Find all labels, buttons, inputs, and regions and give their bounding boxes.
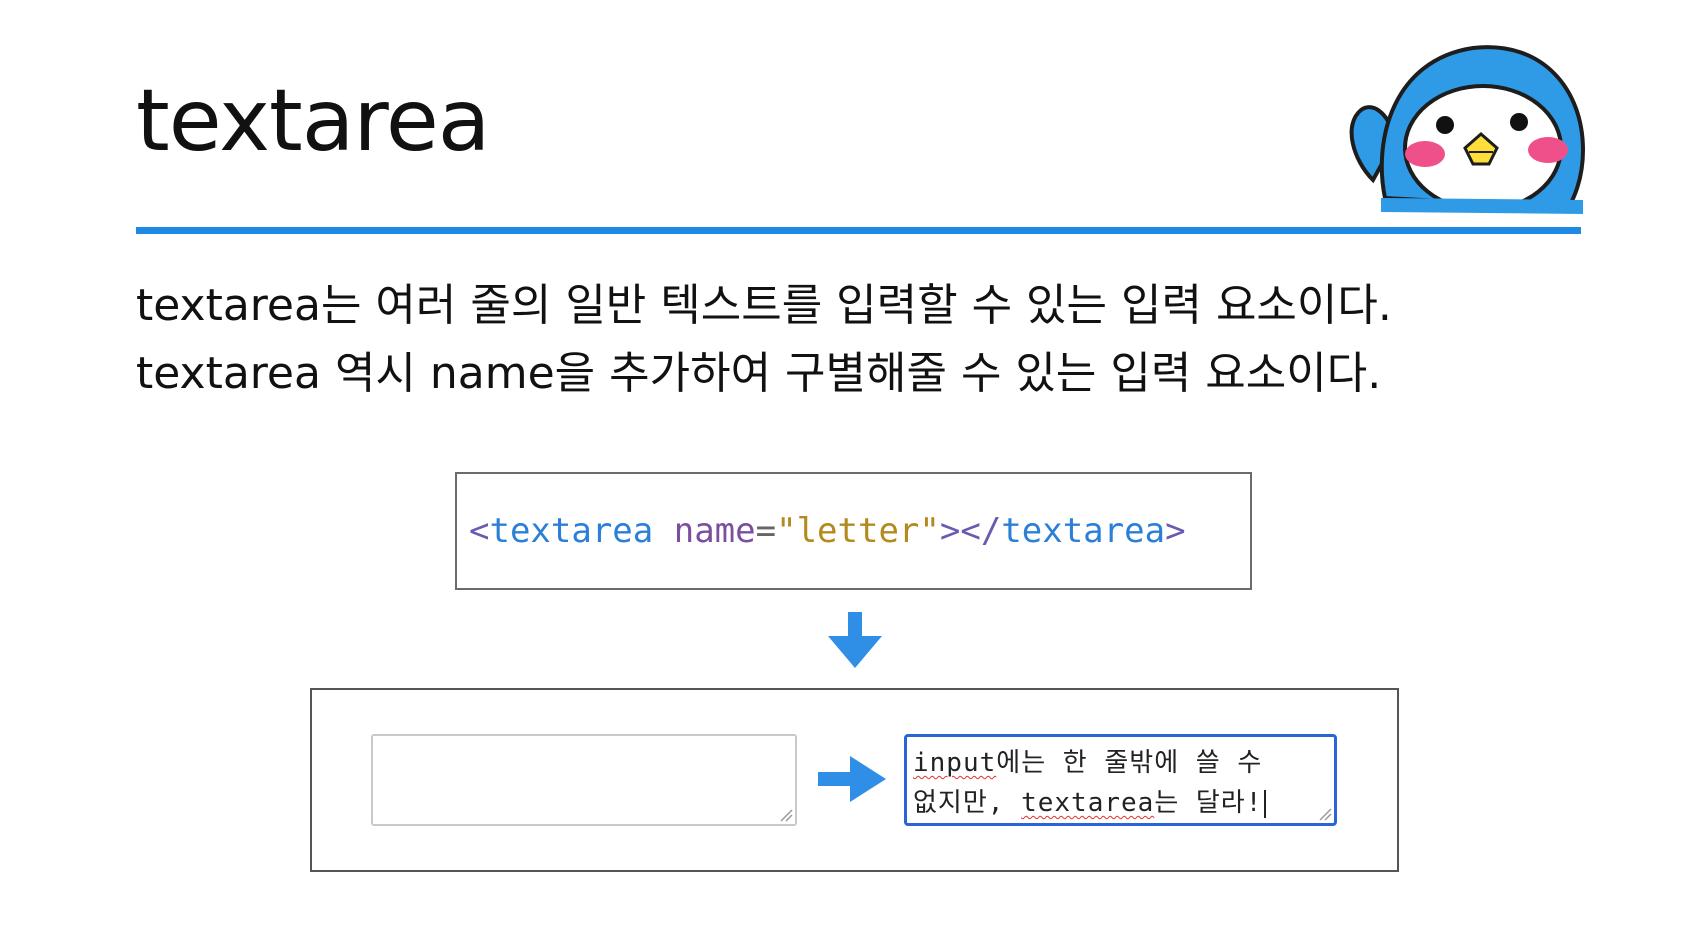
description-line-2: textarea 역시 name을 추가하여 구별해줄 수 있는 입력 요소이다… bbox=[136, 348, 1382, 399]
code-close-tag-name: textarea bbox=[1001, 511, 1166, 551]
code-end-bracket: > bbox=[1165, 511, 1186, 551]
description-line-1: textarea는 여러 줄의 일반 텍스트를 입력할 수 있는 입력 요소이다… bbox=[136, 280, 1392, 331]
penguin-mascot-icon bbox=[1349, 45, 1586, 214]
empty-textarea[interactable] bbox=[371, 734, 797, 826]
text-caret bbox=[1264, 789, 1267, 818]
resize-grip-icon[interactable] bbox=[779, 808, 793, 822]
filled-textarea-line-2-rest: 는 달라! bbox=[1154, 788, 1263, 818]
arrow-down-icon bbox=[828, 612, 882, 668]
misspelled-word: input bbox=[913, 748, 997, 778]
filled-textarea-line-2: 없지만, textarea는 달라! bbox=[913, 783, 1334, 823]
code-tag-name: textarea bbox=[489, 511, 654, 551]
code-open-bracket: < bbox=[469, 511, 490, 551]
slide-title: textarea bbox=[136, 71, 491, 171]
code-equals: = bbox=[755, 511, 777, 551]
filled-textarea-line-1-rest: 에는 한 줄밖에 쓸 수 bbox=[996, 748, 1263, 778]
resize-grip-icon[interactable] bbox=[1318, 807, 1332, 821]
code-attribute-value: "letter" bbox=[776, 511, 940, 551]
arrow-right-icon bbox=[818, 756, 886, 802]
filled-textarea[interactable]: input에는 한 줄밖에 쓸 수 없지만, textarea는 달라! bbox=[904, 734, 1337, 826]
description: textarea는 여러 줄의 일반 텍스트를 입력할 수 있는 입력 요소이다… bbox=[136, 272, 1566, 408]
code-close-open: ></ bbox=[939, 511, 1002, 551]
filled-textarea-line-2-start: 없지만, bbox=[913, 788, 1022, 818]
misspelled-word: textarea bbox=[1021, 788, 1155, 818]
code-attribute-name: name bbox=[673, 511, 756, 551]
code-example-box: < textarea name = "letter" ></textarea > bbox=[455, 472, 1252, 590]
filled-textarea-line-1: input에는 한 줄밖에 쓸 수 bbox=[913, 743, 1334, 783]
title-underline bbox=[136, 227, 1581, 234]
